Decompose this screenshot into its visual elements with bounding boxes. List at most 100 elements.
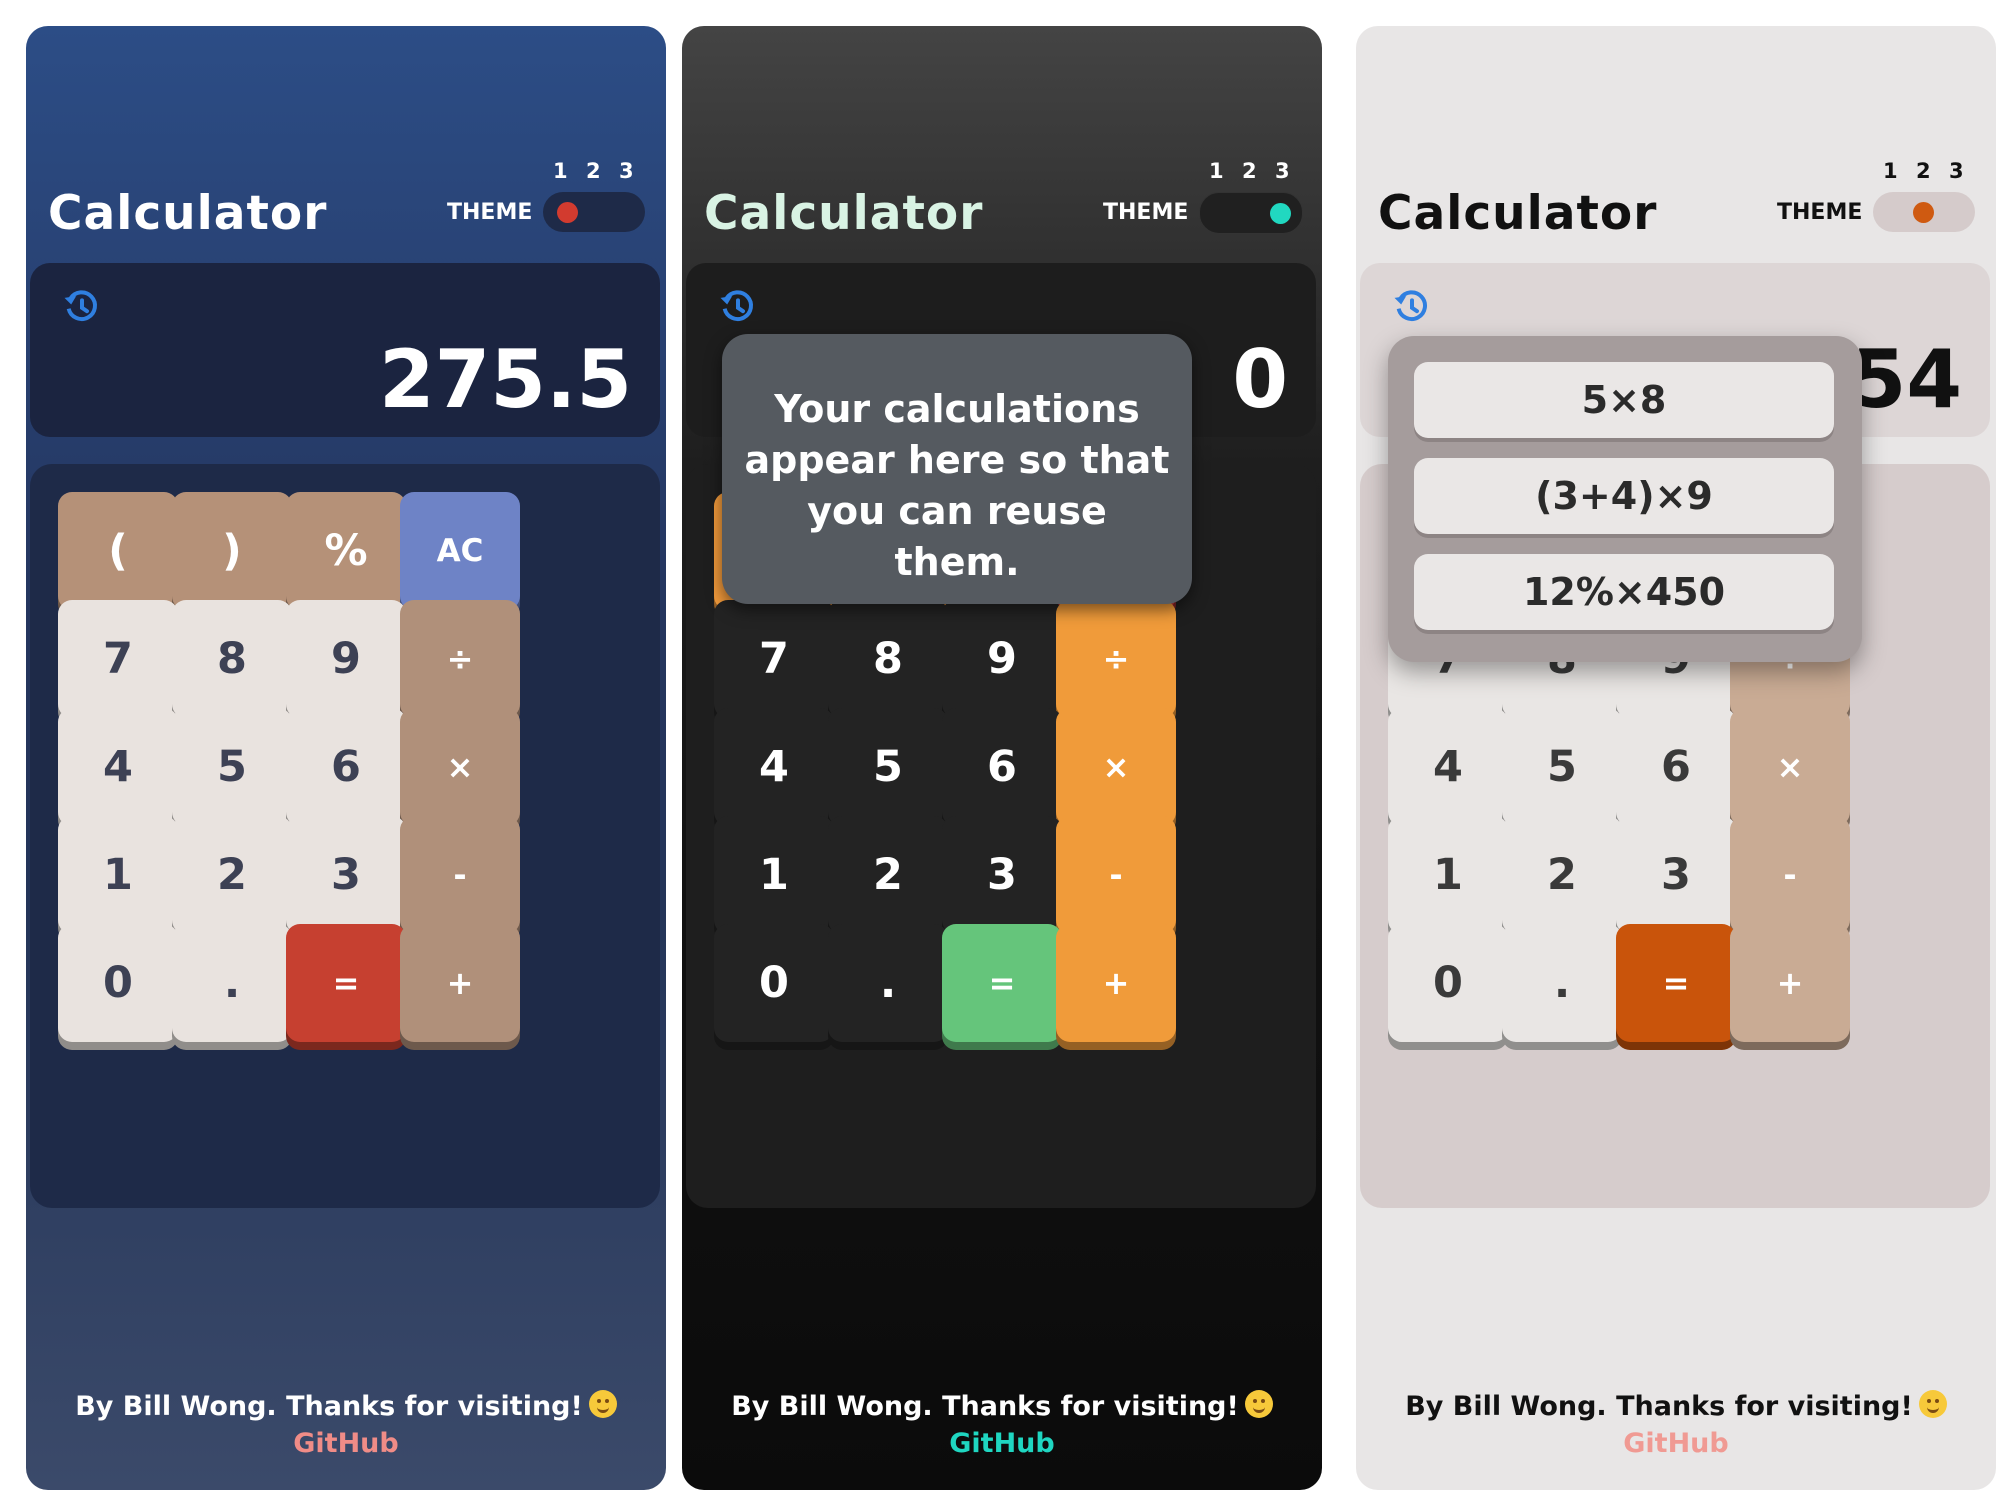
divide-button[interactable]: ÷ — [1056, 600, 1176, 718]
theme-toggle[interactable] — [1873, 192, 1975, 232]
equals-button[interactable]: = — [1616, 924, 1736, 1042]
subtract-button[interactable]: - — [400, 816, 520, 934]
theme-toggle[interactable] — [1199, 192, 1303, 234]
decimal-button[interactable]: . — [172, 924, 292, 1042]
display-value: 0 — [1232, 333, 1288, 426]
digit-1-button[interactable]: 1 — [58, 816, 178, 934]
open-paren-button[interactable]: ( — [58, 492, 178, 610]
decimal-button[interactable]: . — [1502, 924, 1622, 1042]
digit-0-button[interactable]: 0 — [1388, 924, 1508, 1042]
display-value: 275.5 — [378, 333, 632, 426]
app-title: Calculator — [1378, 186, 1658, 241]
app-title: Calculator — [704, 186, 984, 241]
add-button[interactable]: + — [400, 924, 520, 1042]
digit-4-button[interactable]: 4 — [1388, 708, 1508, 826]
digit-7-button[interactable]: 7 — [58, 600, 178, 718]
digit-5-button[interactable]: 5 — [1502, 708, 1622, 826]
digit-2-button[interactable]: 2 — [1502, 816, 1622, 934]
digit-7-button[interactable]: 7 — [714, 600, 834, 718]
theme-numbers: 123 — [1883, 159, 1982, 183]
history-item[interactable]: (3+4)×9 — [1414, 458, 1834, 534]
decimal-button[interactable]: . — [828, 924, 948, 1042]
smile-emoji-icon — [1918, 1390, 1947, 1418]
digit-1-button[interactable]: 1 — [714, 816, 834, 934]
digit-0-button[interactable]: 0 — [714, 924, 834, 1042]
calculator-theme-3: Calculator 123 THEME 54 ()%AC789÷456×123… — [1356, 26, 1996, 1490]
digit-9-button[interactable]: 9 — [942, 600, 1062, 718]
history-icon[interactable] — [718, 287, 758, 327]
digit-2-button[interactable]: 2 — [172, 816, 292, 934]
theme-toggle[interactable] — [543, 192, 645, 232]
theme-number-3: 3 — [619, 159, 634, 183]
multiply-button[interactable]: × — [400, 708, 520, 826]
theme-number-3: 3 — [1275, 159, 1290, 183]
digit-6-button[interactable]: 6 — [1616, 708, 1736, 826]
keypad: ()%AC 789÷ 456× 123- 0.=+ — [30, 464, 660, 1208]
history-tooltip: Your calculations appear here so that yo… — [722, 334, 1192, 604]
display-value: 54 — [1850, 333, 1962, 426]
theme-numbers: 123 — [1209, 159, 1308, 183]
github-link[interactable]: GitHub — [682, 1425, 1322, 1462]
equals-button[interactable]: = — [286, 924, 406, 1042]
digit-5-button[interactable]: 5 — [172, 708, 292, 826]
smile-emoji-icon — [1244, 1390, 1273, 1418]
theme-number-2: 2 — [586, 159, 601, 183]
digit-6-button[interactable]: 6 — [942, 708, 1062, 826]
theme-toggle-knob[interactable] — [557, 202, 578, 223]
history-item[interactable]: 5×8 — [1414, 362, 1834, 438]
digit-3-button[interactable]: 3 — [942, 816, 1062, 934]
close-paren-button[interactable]: ) — [172, 492, 292, 610]
footer: By Bill Wong. Thanks for visiting! GitHu… — [1356, 1388, 1996, 1462]
add-button[interactable]: + — [1056, 924, 1176, 1042]
github-link[interactable]: GitHub — [1356, 1425, 1996, 1462]
digit-3-button[interactable]: 3 — [286, 816, 406, 934]
digit-4-button[interactable]: 4 — [714, 708, 834, 826]
app-title: Calculator — [48, 186, 328, 241]
digit-6-button[interactable]: 6 — [286, 708, 406, 826]
subtract-button[interactable]: - — [1056, 816, 1176, 934]
add-button[interactable]: + — [1730, 924, 1850, 1042]
digit-8-button[interactable]: 8 — [172, 600, 292, 718]
history-icon[interactable] — [62, 287, 102, 327]
smile-emoji-icon — [588, 1390, 617, 1418]
history-popup: 5×8 (3+4)×9 12%×450 — [1388, 336, 1862, 662]
theme-number-1: 1 — [553, 159, 568, 183]
digit-9-button[interactable]: 9 — [286, 600, 406, 718]
theme-number-3: 3 — [1949, 159, 1964, 183]
subtract-button[interactable]: - — [1730, 816, 1850, 934]
theme-toggle-knob[interactable] — [1913, 202, 1934, 223]
theme-number-1: 1 — [1209, 159, 1224, 183]
footer-text: By Bill Wong. Thanks for visiting! — [75, 1391, 583, 1422]
digit-1-button[interactable]: 1 — [1388, 816, 1508, 934]
calculator-theme-2: Calculator 123 THEME 0 ()%AC789÷456×123-… — [682, 26, 1322, 1490]
percent-button[interactable]: % — [286, 492, 406, 610]
display: 275.5 — [30, 263, 660, 437]
digit-0-button[interactable]: 0 — [58, 924, 178, 1042]
theme-label: THEME — [1103, 200, 1189, 225]
digit-4-button[interactable]: 4 — [58, 708, 178, 826]
github-link[interactable]: GitHub — [26, 1425, 666, 1462]
theme-toggle-knob[interactable] — [1270, 203, 1291, 224]
footer-text: By Bill Wong. Thanks for visiting! — [731, 1391, 1239, 1422]
digit-3-button[interactable]: 3 — [1616, 816, 1736, 934]
footer-text: By Bill Wong. Thanks for visiting! — [1405, 1391, 1913, 1422]
digit-5-button[interactable]: 5 — [828, 708, 948, 826]
theme-numbers: 123 — [553, 159, 652, 183]
footer: By Bill Wong. Thanks for visiting! GitHu… — [682, 1388, 1322, 1462]
digit-2-button[interactable]: 2 — [828, 816, 948, 934]
footer: By Bill Wong. Thanks for visiting! GitHu… — [26, 1388, 666, 1462]
multiply-button[interactable]: × — [1056, 708, 1176, 826]
history-item[interactable]: 12%×450 — [1414, 554, 1834, 630]
theme-label: THEME — [447, 200, 533, 225]
theme-number-1: 1 — [1883, 159, 1898, 183]
equals-button[interactable]: = — [942, 924, 1062, 1042]
theme-label: THEME — [1777, 200, 1863, 225]
theme-number-2: 2 — [1916, 159, 1931, 183]
calculator-theme-1: Calculator 123 THEME 275.5 ()% AC 7 8 9 ÷ 4 5 6 ×… — [26, 26, 666, 1490]
digit-8-button[interactable]: 8 — [828, 600, 948, 718]
divide-button[interactable]: ÷ — [400, 600, 520, 718]
history-icon[interactable] — [1392, 287, 1432, 327]
theme-number-2: 2 — [1242, 159, 1257, 183]
multiply-button[interactable]: × — [1730, 708, 1850, 826]
clear-button[interactable]: AC — [400, 492, 520, 610]
